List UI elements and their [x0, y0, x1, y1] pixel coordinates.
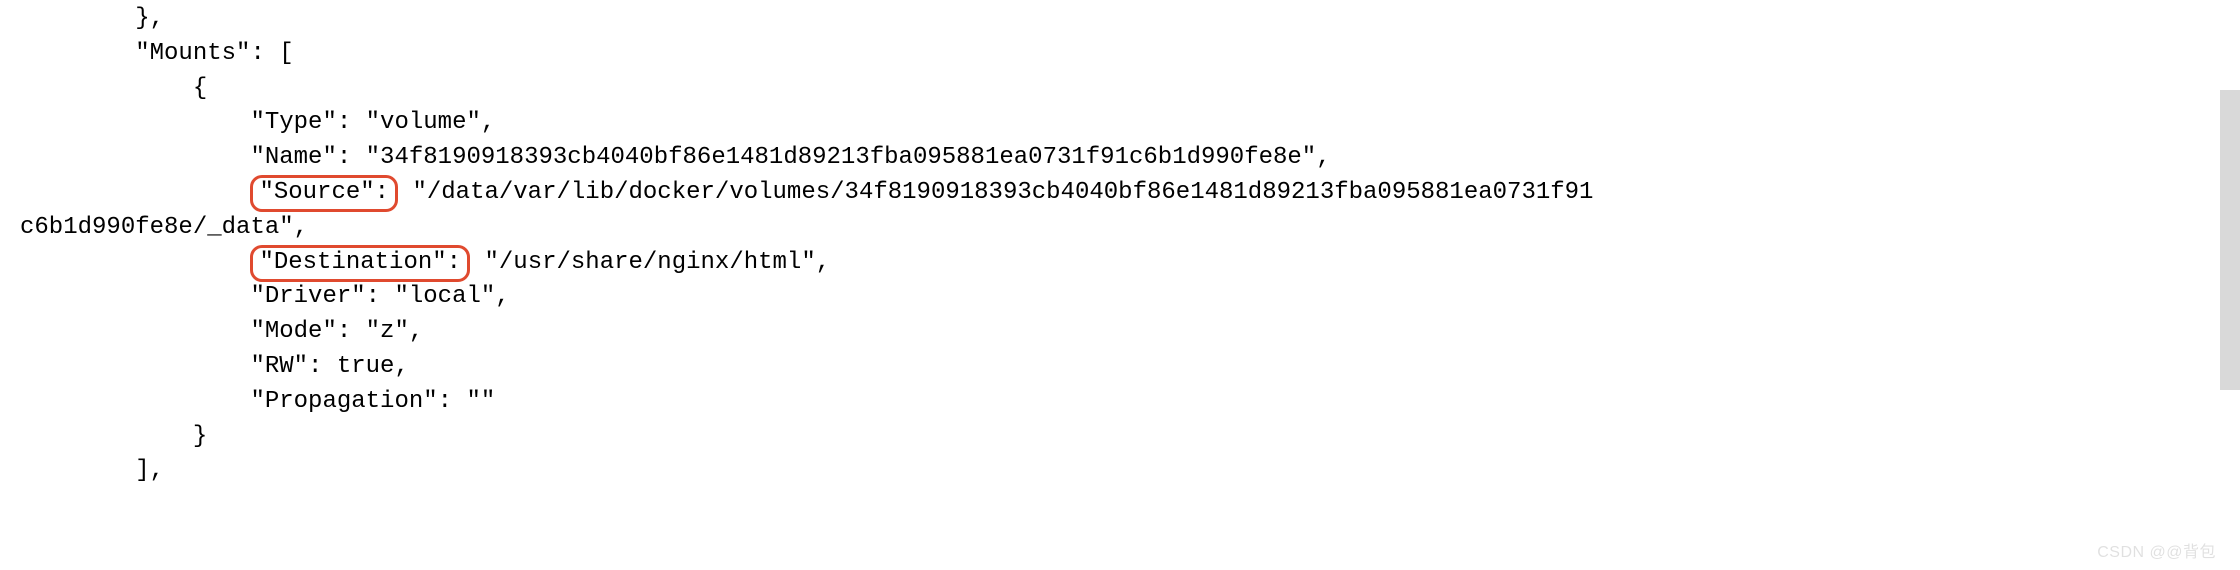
- code-line: "Name": "34f8190918393cb4040bf86e1481d89…: [20, 144, 1331, 171]
- code-line: {: [20, 75, 207, 102]
- code-line: "Mode": "z",: [20, 318, 423, 345]
- highlight-destination-key: "Destination":: [250, 245, 470, 282]
- code-block: }, "Mounts": [ { "Type": "volume", "Name…: [0, 0, 2240, 489]
- code-line: "Mounts": [: [20, 40, 294, 67]
- code-line-suffix: "/usr/share/nginx/html",: [470, 249, 830, 276]
- highlight-source-key: "Source":: [250, 175, 398, 212]
- code-line-prefix: [20, 249, 250, 276]
- code-line: "RW": true,: [20, 353, 409, 380]
- watermark-text: CSDN @@背包: [2097, 541, 2216, 564]
- code-line: c6b1d990fe8e/_data",: [20, 214, 308, 241]
- code-line-prefix: [20, 179, 250, 206]
- code-line: "Type": "volume",: [20, 109, 495, 136]
- code-line: }: [20, 423, 207, 450]
- code-line-suffix: "/data/var/lib/docker/volumes/34f8190918…: [398, 179, 1593, 206]
- code-line: },: [20, 5, 164, 32]
- code-line: "Propagation": "": [20, 388, 495, 415]
- scrollbar-vertical[interactable]: [2220, 90, 2240, 390]
- code-line: "Driver": "local",: [20, 283, 510, 310]
- code-line: ],: [20, 457, 164, 484]
